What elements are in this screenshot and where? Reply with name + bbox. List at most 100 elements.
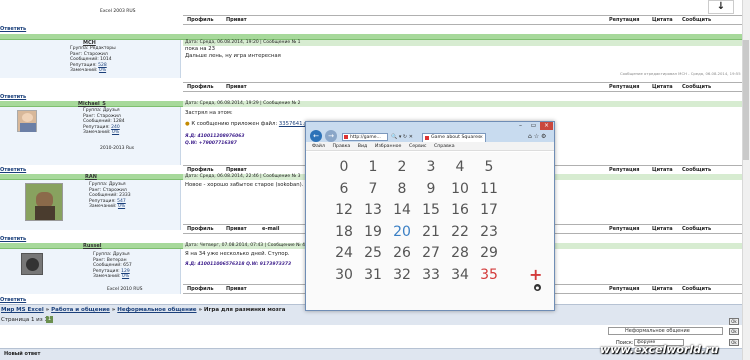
reply-link[interactable]: Ответить <box>0 26 26 32</box>
forum-select[interactable]: Неформальное общение <box>608 327 723 335</box>
remarks-link[interactable]: 0% <box>118 204 125 209</box>
profile-button[interactable]: Профиль <box>187 285 214 294</box>
quote-button[interactable]: Цитата <box>652 285 673 294</box>
page-number[interactable]: 1 <box>46 316 53 323</box>
level-number[interactable]: 12 <box>330 202 358 218</box>
forward-icon[interactable]: → <box>325 130 337 142</box>
home-star-gear-icon[interactable]: ⌂ ☆ ⚙ <box>528 133 546 140</box>
quote-button[interactable]: Цитата <box>652 225 673 234</box>
report-button[interactable]: Сообщить <box>682 225 711 234</box>
private-button[interactable]: Приват <box>226 225 247 234</box>
menu-favorites[interactable]: Избранное <box>375 144 402 149</box>
quote-button[interactable]: Цитата <box>652 83 673 92</box>
level-number[interactable]: 8 <box>388 181 416 197</box>
level-number[interactable]: 16 <box>446 202 474 218</box>
download-arrow-icon[interactable]: ↓ <box>708 0 734 14</box>
profile-button[interactable]: Профиль <box>187 225 214 234</box>
level-number[interactable]: 26 <box>388 245 416 261</box>
level-number[interactable]: 10 <box>446 181 474 197</box>
ok-button[interactable]: Ok <box>729 318 739 325</box>
menu-file[interactable]: Файл <box>312 144 325 149</box>
menu-tools[interactable]: Сервис <box>409 144 427 149</box>
level-number[interactable]: 33 <box>417 267 445 283</box>
level-number[interactable]: 1 <box>359 159 387 175</box>
minimize-icon[interactable]: – <box>514 122 527 130</box>
level-number[interactable]: 3 <box>417 159 445 175</box>
address-controls-icon[interactable]: 🔍 ▾ ↻ ✕ <box>391 134 413 140</box>
level-number[interactable]: 7 <box>359 181 387 197</box>
level-number[interactable]: 17 <box>475 202 503 218</box>
level-number[interactable]: 19 <box>359 224 387 240</box>
level-number[interactable]: 23 <box>475 224 503 240</box>
username[interactable]: RAN <box>85 174 97 180</box>
reputation-button[interactable]: Репутация <box>609 285 639 294</box>
level-number[interactable]: 4 <box>446 159 474 175</box>
breadcrumb-item[interactable]: Мир MS Excel <box>1 307 44 313</box>
level-number[interactable]: 35 <box>475 267 503 283</box>
level-number[interactable]: 15 <box>417 202 445 218</box>
level-number[interactable]: 5 <box>475 159 503 175</box>
private-button[interactable]: Приват <box>226 83 247 92</box>
level-number[interactable]: 2 <box>388 159 416 175</box>
level-number[interactable]: 20 <box>388 224 416 240</box>
level-number[interactable]: 28 <box>446 245 474 261</box>
breadcrumb-item[interactable]: Работа и общение <box>51 307 110 313</box>
reply-link[interactable]: Ответить <box>0 167 26 173</box>
tab-game[interactable]: Game about Squares × <box>422 133 486 142</box>
reply-link[interactable]: Ответить <box>0 94 26 100</box>
report-button[interactable]: Сообщить <box>682 83 711 92</box>
username[interactable]: Russel <box>83 243 101 249</box>
plus-icon[interactable]: + <box>529 267 542 283</box>
profile-button[interactable]: Профиль <box>187 83 214 92</box>
private-button[interactable]: Приват <box>226 285 247 294</box>
level-number[interactable]: 0 <box>330 159 358 175</box>
level-number[interactable]: 22 <box>446 224 474 240</box>
wallet-line: Я.Д: 410011208976063 <box>185 134 245 139</box>
ok-button[interactable]: Ok <box>729 328 739 335</box>
profile-button[interactable]: Профиль <box>187 16 214 25</box>
level-number[interactable]: 11 <box>475 181 503 197</box>
close-icon[interactable]: × <box>540 122 553 130</box>
wallet-line: Q.W: +79007716387 <box>185 141 237 146</box>
level-number[interactable]: 21 <box>417 224 445 240</box>
username[interactable]: Michael_S <box>78 101 106 107</box>
maximize-icon[interactable]: ▭ <box>527 122 540 130</box>
level-number[interactable]: 25 <box>359 245 387 261</box>
email-button[interactable]: e-mail <box>262 225 279 234</box>
level-number[interactable]: 29 <box>475 245 503 261</box>
scrollbar-thumb[interactable] <box>743 40 749 160</box>
private-button[interactable]: Приват <box>226 16 247 25</box>
level-number[interactable]: 34 <box>446 267 474 283</box>
reputation-button[interactable]: Репутация <box>609 83 639 92</box>
level-number[interactable]: 18 <box>330 224 358 240</box>
remarks-link[interactable]: 0% <box>112 130 119 135</box>
back-icon[interactable]: ← <box>310 130 322 142</box>
remarks-link[interactable]: 0% <box>122 274 129 279</box>
reply-link[interactable]: Ответить <box>0 297 26 303</box>
remarks-link[interactable]: 0% <box>99 68 106 73</box>
level-marker-icon[interactable]: ● <box>534 284 541 291</box>
search-ok-button[interactable]: Ok <box>729 339 739 346</box>
window-titlebar[interactable]: – ▭ × ← → http://game... 🔍 ▾ ↻ ✕ Game ab… <box>306 122 554 142</box>
quote-button[interactable]: Цитата <box>652 16 673 25</box>
level-number[interactable]: 24 <box>330 245 358 261</box>
level-number[interactable]: 31 <box>359 267 387 283</box>
reputation-button[interactable]: Репутация <box>609 225 639 234</box>
report-button[interactable]: Сообщить <box>682 16 711 25</box>
top-signature: Excel 2003 RUS <box>100 9 136 14</box>
breadcrumb-item[interactable]: Неформальное общение <box>117 307 196 313</box>
level-number[interactable]: 14 <box>388 202 416 218</box>
level-number[interactable]: 30 <box>330 267 358 283</box>
level-number[interactable]: 9 <box>417 181 445 197</box>
level-number[interactable]: 27 <box>417 245 445 261</box>
level-number[interactable]: 13 <box>359 202 387 218</box>
level-number[interactable]: 6 <box>330 181 358 197</box>
report-button[interactable]: Сообщить <box>682 285 711 294</box>
reputation-button[interactable]: Репутация <box>609 16 639 25</box>
menu-help[interactable]: Справка <box>434 144 455 149</box>
reply-link[interactable]: Ответить <box>0 236 26 242</box>
address-bar[interactable]: http://game... <box>342 133 388 141</box>
level-number[interactable]: 32 <box>388 267 416 283</box>
menu-view[interactable]: Вид <box>358 144 368 149</box>
menu-edit[interactable]: Правка <box>332 144 350 149</box>
